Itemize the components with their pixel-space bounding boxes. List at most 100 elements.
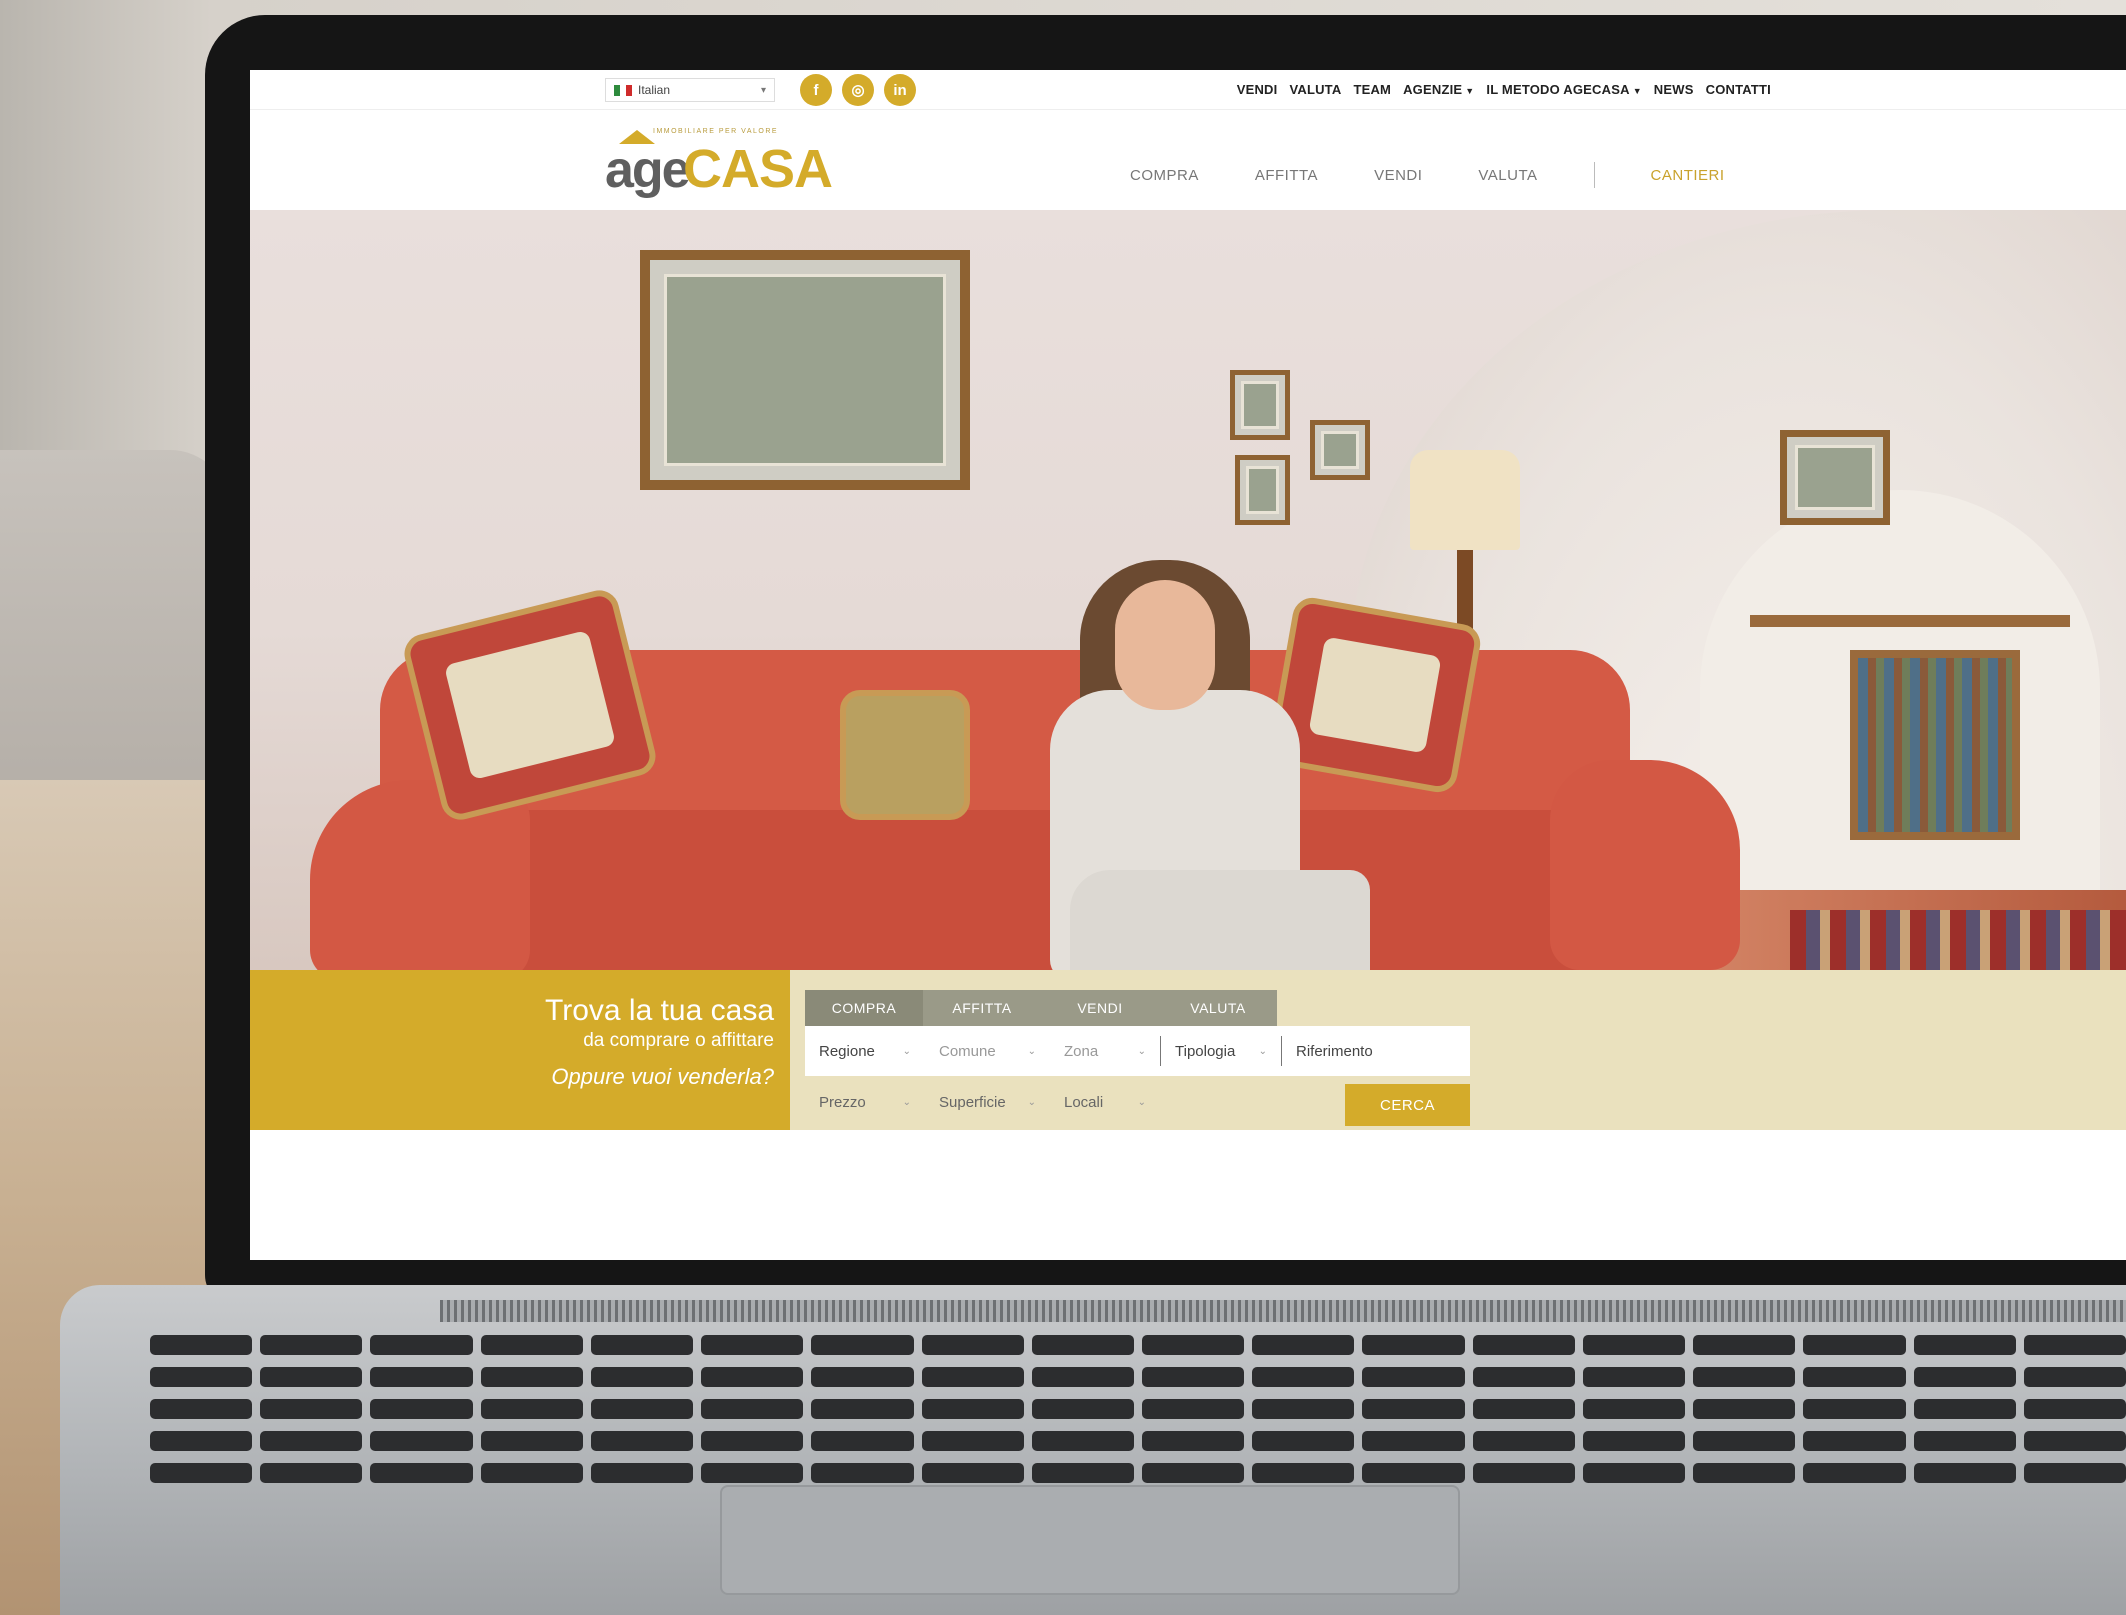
italy-flag-icon xyxy=(614,84,632,96)
keyboard-key xyxy=(1472,1335,1575,1355)
keyboard-key xyxy=(1693,1463,1796,1483)
tab-valuta[interactable]: VALUTA xyxy=(1159,990,1277,1026)
keyboard-key xyxy=(370,1463,473,1483)
comune-select[interactable]: Comune ⌄ xyxy=(925,1026,1050,1076)
keyboard-key xyxy=(701,1335,804,1355)
hero-video[interactable] xyxy=(250,210,2126,970)
keyboard-key xyxy=(1362,1463,1465,1483)
zona-label: Zona xyxy=(1064,1042,1099,1060)
locali-select[interactable]: Locali ⌄ xyxy=(1050,1080,1160,1124)
keyboard-key xyxy=(260,1431,363,1451)
topnav-team[interactable]: TEAM xyxy=(1353,82,1391,97)
hero-sofa-seat xyxy=(360,810,1670,970)
keyboard-key xyxy=(1252,1367,1355,1387)
hero-presenter-legs xyxy=(1070,870,1370,970)
keyboard-key xyxy=(590,1399,694,1419)
keyboard-key xyxy=(1472,1463,1575,1483)
mainnav-cantieri[interactable]: CANTIERI xyxy=(1651,167,1725,184)
search-button[interactable]: CERCA xyxy=(1345,1084,1470,1126)
prezzo-select[interactable]: Prezzo ⌄ xyxy=(805,1080,925,1124)
keyboard-key xyxy=(1913,1463,2016,1483)
zona-select[interactable]: Zona ⌄ xyxy=(1050,1026,1160,1076)
promo-sell-link[interactable]: Oppure vuoi venderla? xyxy=(250,1064,774,1090)
keyboard-key xyxy=(480,1335,583,1355)
facebook-icon[interactable]: f xyxy=(800,74,832,106)
keyboard-key xyxy=(150,1431,253,1451)
keyboard-key xyxy=(1031,1335,1134,1355)
tab-affitta[interactable]: AFFITTA xyxy=(923,990,1041,1026)
topnav-news[interactable]: NEWS xyxy=(1654,82,1694,97)
mainnav-valuta[interactable]: VALUTA xyxy=(1478,167,1537,184)
mainnav-compra[interactable]: COMPRA xyxy=(1130,167,1199,184)
topnav-metodo[interactable]: IL METODO AGECASA ▼ xyxy=(1486,82,1641,97)
keyboard-key xyxy=(921,1335,1024,1355)
language-label: Italian xyxy=(638,83,671,97)
keyboard-key xyxy=(1031,1463,1134,1483)
keyboard-key xyxy=(921,1463,1024,1483)
tab-vendi[interactable]: VENDI xyxy=(1041,990,1159,1026)
hero-small-frame xyxy=(1235,455,1290,525)
keyboard-key xyxy=(2023,1335,2126,1355)
keyboard-key xyxy=(590,1431,694,1451)
keyboard-key xyxy=(1141,1431,1245,1451)
keyboard-key xyxy=(1913,1367,2016,1387)
keyboard-key xyxy=(1803,1431,1906,1451)
keyboard-key xyxy=(2023,1399,2126,1419)
hero-small-frame xyxy=(1310,420,1370,480)
keyboard-key xyxy=(1693,1335,1796,1355)
keyboard-key xyxy=(150,1335,253,1355)
browser-screen: Italian ▾ f ◎ in VENDI VALUTA TEAM AGENZ… xyxy=(250,70,2126,1260)
keyboard-key xyxy=(480,1463,583,1483)
keyboard-key xyxy=(811,1367,914,1387)
agecasa-logo[interactable]: IMMOBILIARE PER VALORE age CASA xyxy=(605,128,833,199)
logo-tagline: IMMOBILIARE PER VALORE xyxy=(653,128,779,135)
language-select[interactable]: Italian ▾ xyxy=(605,78,775,102)
prezzo-label: Prezzo xyxy=(819,1093,866,1111)
topnav-valuta[interactable]: VALUTA xyxy=(1289,82,1341,97)
keyboard-key xyxy=(370,1335,473,1355)
regione-select[interactable]: Regione ⌄ xyxy=(805,1026,925,1076)
chevron-down-icon: ⌄ xyxy=(1027,1045,1036,1057)
keyboard xyxy=(130,1335,2126,1485)
nav-divider xyxy=(1593,162,1595,188)
speaker-grille xyxy=(440,1300,2126,1322)
mainnav-vendi[interactable]: VENDI xyxy=(1374,167,1422,184)
tipologia-label: Tipologia xyxy=(1175,1042,1236,1060)
mainnav-affitta[interactable]: AFFITTA xyxy=(1255,167,1318,184)
keyboard-key xyxy=(1472,1431,1575,1451)
background-chair xyxy=(0,450,230,790)
tipologia-select[interactable]: Tipologia ⌄ xyxy=(1161,1026,1281,1076)
search-promo: Trova la tua casa da comprare o affittar… xyxy=(250,970,790,1130)
tab-compra[interactable]: COMPRA xyxy=(805,990,923,1026)
chevron-down-icon: ⌄ xyxy=(902,1045,911,1057)
promo-title: Trova la tua casa xyxy=(545,994,774,1027)
keyboard-key xyxy=(1031,1431,1134,1451)
topnav-vendi[interactable]: VENDI xyxy=(1237,82,1278,97)
topnav-agenzie-label: AGENZIE xyxy=(1403,82,1463,97)
instagram-icon[interactable]: ◎ xyxy=(842,74,874,106)
keyboard-key xyxy=(811,1463,914,1483)
keyboard-key xyxy=(2023,1463,2126,1483)
keyboard-key xyxy=(1582,1335,1686,1355)
site-header: IMMOBILIARE PER VALORE age CASA COMPRA A… xyxy=(250,110,2126,210)
linkedin-icon[interactable]: in xyxy=(884,74,916,106)
riferimento-input[interactable]: Riferimento xyxy=(1282,1026,1470,1076)
keyboard-key xyxy=(921,1399,1024,1419)
hero-sofa-arm xyxy=(1550,760,1740,970)
keyboard-key xyxy=(1362,1399,1465,1419)
keyboard-key xyxy=(1803,1463,1906,1483)
trackpad xyxy=(720,1485,1460,1595)
topnav-agenzie[interactable]: AGENZIE ▼ xyxy=(1403,82,1474,97)
search-tabs: COMPRA AFFITTA VENDI VALUTA xyxy=(805,990,1277,1026)
logo-age: age xyxy=(605,141,691,199)
top-bar: Italian ▾ f ◎ in VENDI VALUTA TEAM AGENZ… xyxy=(250,70,2126,110)
keyboard-key xyxy=(370,1399,473,1419)
search-fields-primary: Regione ⌄ Comune ⌄ Zona ⌄ Tipologia ⌄ Ri… xyxy=(805,1026,1470,1076)
topnav-contatti[interactable]: CONTATTI xyxy=(1706,82,1771,97)
keyboard-key xyxy=(1031,1367,1134,1387)
keyboard-key xyxy=(370,1431,473,1451)
keyboard-key xyxy=(1362,1367,1465,1387)
superficie-select[interactable]: Superficie ⌄ xyxy=(925,1080,1050,1124)
locali-label: Locali xyxy=(1064,1093,1104,1111)
keyboard-key xyxy=(1031,1399,1134,1419)
